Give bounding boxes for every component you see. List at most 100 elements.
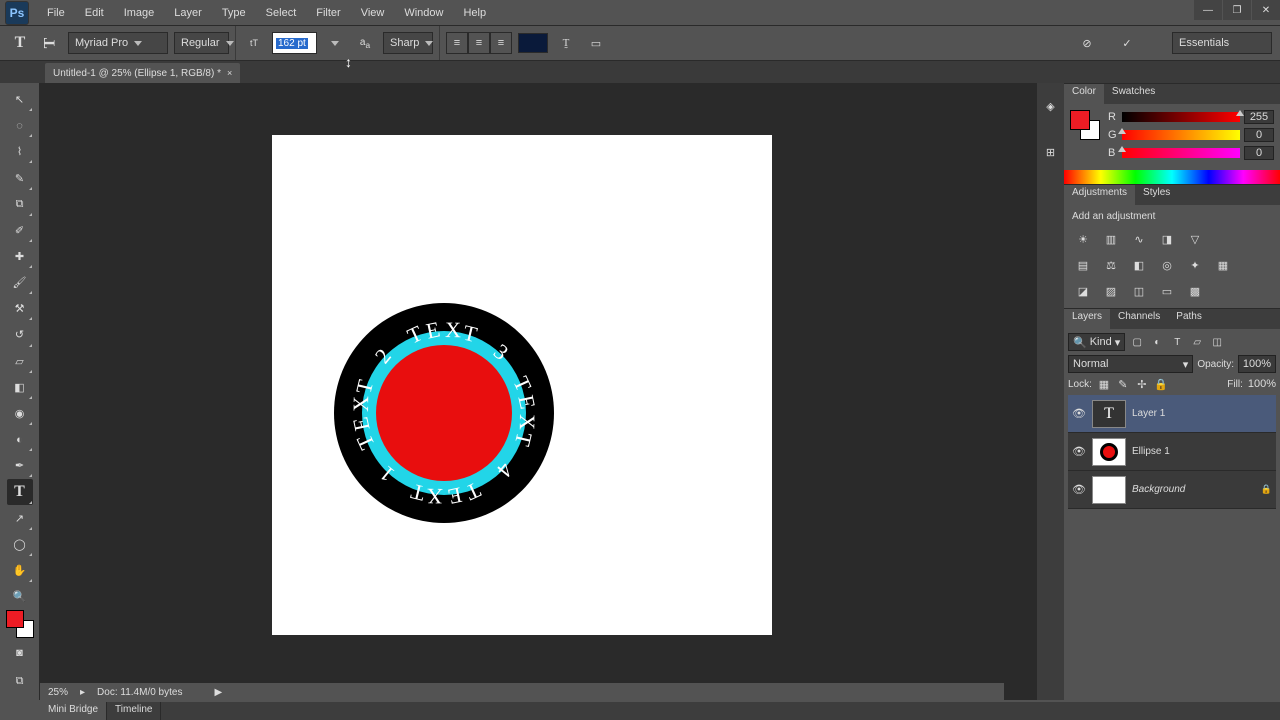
blend-mode-select[interactable]: Normal▾ — [1068, 355, 1193, 373]
screen-mode-icon[interactable]: ⧉ — [7, 668, 33, 694]
menu-help[interactable]: Help — [453, 3, 496, 23]
adjustments-tab[interactable]: Adjustments — [1064, 185, 1135, 205]
stamp-tool[interactable]: ⚒ — [7, 296, 33, 321]
font-size-input[interactable]: 162 pt — [272, 32, 317, 54]
close-tab-icon[interactable]: × — [227, 68, 232, 78]
font-family-select[interactable]: Myriad Pro — [68, 32, 168, 54]
bw-icon[interactable]: ◧ — [1128, 254, 1150, 276]
timeline-tab[interactable]: Timeline — [107, 702, 161, 720]
mixer-icon[interactable]: ✦ — [1184, 254, 1206, 276]
foreground-background-colors[interactable] — [6, 610, 34, 638]
align-left-button[interactable]: ≡ — [446, 32, 468, 54]
eyedropper-tool[interactable]: ✐ — [7, 218, 33, 243]
zoom-level[interactable]: 25% — [48, 687, 68, 698]
visibility-icon[interactable]: 👁 — [1072, 483, 1086, 496]
commit-edits-icon[interactable]: ✓ — [1115, 31, 1139, 55]
photo-filter-icon[interactable]: ◎ — [1156, 254, 1178, 276]
eraser-tool[interactable]: ▱ — [7, 349, 33, 374]
hue-icon[interactable]: ▤ — [1072, 254, 1094, 276]
channels-tab[interactable]: Channels — [1110, 309, 1168, 329]
lock-all-icon[interactable]: 🔒 — [1154, 377, 1168, 391]
document-canvas[interactable]: TEXT 1 TEXT 2 TEXT 3 TEXT 4 — [272, 135, 772, 635]
g-slider[interactable] — [1122, 130, 1240, 140]
align-right-button[interactable]: ≡ — [490, 32, 512, 54]
menu-edit[interactable]: Edit — [75, 3, 114, 23]
layer-filter-kind[interactable]: 🔍 Kind ▾ — [1068, 333, 1125, 351]
pen-tool[interactable]: ✒ — [7, 453, 33, 478]
maximize-button[interactable]: ❐ — [1223, 0, 1251, 20]
toggle-orientation-icon[interactable]: T — [38, 31, 62, 55]
marquee-tool[interactable]: ◌ — [7, 113, 33, 138]
quick-select-tool[interactable]: ✎ — [7, 165, 33, 190]
swatches-tab[interactable]: Swatches — [1104, 84, 1163, 104]
brush-tool[interactable]: 🖌 — [7, 270, 33, 295]
r-value[interactable]: 255 — [1244, 110, 1274, 124]
history-panel-icon[interactable]: ◈ — [1040, 95, 1062, 117]
menu-file[interactable]: File — [37, 3, 75, 23]
threshold-icon[interactable]: ◫ — [1128, 280, 1150, 302]
text-color-swatch[interactable] — [518, 33, 548, 53]
filter-shape-icon[interactable]: ▱ — [1189, 334, 1205, 350]
properties-panel-icon[interactable]: ⊞ — [1040, 141, 1062, 163]
visibility-icon[interactable]: 👁 — [1072, 445, 1086, 458]
filter-smart-icon[interactable]: ◫ — [1209, 334, 1225, 350]
quick-mask-icon[interactable]: ◙ — [7, 640, 33, 666]
gradient-map-icon[interactable]: ▭ — [1156, 280, 1178, 302]
balance-icon[interactable]: ⚖ — [1100, 254, 1122, 276]
crop-tool[interactable]: ⧉ — [7, 192, 33, 217]
zoom-tool[interactable]: 🔍 — [7, 584, 33, 609]
layer-name[interactable]: Layer 1 — [1132, 408, 1165, 419]
brightness-icon[interactable]: ☀ — [1072, 228, 1094, 250]
layer-row[interactable]: 👁Background🔒 — [1068, 471, 1276, 509]
g-value[interactable]: 0 — [1244, 128, 1274, 142]
menu-view[interactable]: View — [351, 3, 395, 23]
minimize-button[interactable]: — — [1194, 0, 1222, 20]
doc-info-arrow[interactable]: ▶ — [214, 687, 222, 698]
dodge-tool[interactable]: ◐ — [7, 427, 33, 452]
hand-tool[interactable]: ✋ — [7, 558, 33, 583]
menu-layer[interactable]: Layer — [164, 3, 212, 23]
styles-tab[interactable]: Styles — [1135, 185, 1178, 205]
filter-pixel-icon[interactable]: ▢ — [1129, 334, 1145, 350]
menu-type[interactable]: Type — [212, 3, 256, 23]
filter-type-icon[interactable]: T — [1169, 334, 1185, 350]
lut-icon[interactable]: ▦ — [1212, 254, 1234, 276]
layer-row[interactable]: 👁TLayer 1 — [1068, 395, 1276, 433]
character-panel-icon[interactable]: ▭ — [584, 31, 608, 55]
opacity-value[interactable]: 100% — [1238, 355, 1276, 373]
shape-tool[interactable]: ◯ — [7, 532, 33, 557]
gradient-tool[interactable]: ◧ — [7, 375, 33, 400]
paths-tab[interactable]: Paths — [1168, 309, 1210, 329]
levels-icon[interactable]: ▥ — [1100, 228, 1122, 250]
layer-name[interactable]: Background — [1132, 484, 1185, 495]
selective-icon[interactable]: ▩ — [1184, 280, 1206, 302]
doc-info-icon[interactable]: ▸ — [80, 687, 85, 698]
b-slider[interactable] — [1122, 148, 1240, 158]
mini-bridge-tab[interactable]: Mini Bridge — [40, 702, 107, 720]
warp-text-icon[interactable]: T̰ — [554, 31, 578, 55]
workspace-select[interactable]: Essentials — [1172, 32, 1272, 54]
visibility-icon[interactable]: 👁 — [1072, 407, 1086, 420]
canvas-area[interactable]: TEXT 1 TEXT 2 TEXT 3 TEXT 4 — [40, 83, 1036, 700]
lock-position-icon[interactable]: ✢ — [1135, 377, 1149, 391]
path-select-tool[interactable]: ↗ — [7, 506, 33, 531]
close-button[interactable]: ✕ — [1252, 0, 1280, 20]
lock-transparent-icon[interactable]: ▦ — [1097, 377, 1111, 391]
font-style-select[interactable]: Regular — [174, 32, 229, 54]
color-panel-fgbg[interactable] — [1070, 110, 1100, 140]
menu-image[interactable]: Image — [114, 3, 165, 23]
type-tool[interactable]: T — [7, 479, 33, 504]
lasso-tool[interactable]: ⌇ — [7, 139, 33, 164]
posterize-icon[interactable]: ▨ — [1100, 280, 1122, 302]
font-size-dropdown[interactable] — [323, 31, 347, 55]
anti-alias-select[interactable]: Sharp — [383, 32, 433, 54]
layer-row[interactable]: 👁Ellipse 1 — [1068, 433, 1276, 471]
healing-tool[interactable]: ✚ — [7, 244, 33, 269]
menu-filter[interactable]: Filter — [306, 3, 350, 23]
cancel-edits-icon[interactable]: ⊘ — [1075, 31, 1099, 55]
invert-icon[interactable]: ◪ — [1072, 280, 1094, 302]
color-tab[interactable]: Color — [1064, 84, 1104, 104]
move-tool[interactable]: ↖ — [7, 87, 33, 112]
exposure-icon[interactable]: ◨ — [1156, 228, 1178, 250]
blur-tool[interactable]: ◉ — [7, 401, 33, 426]
